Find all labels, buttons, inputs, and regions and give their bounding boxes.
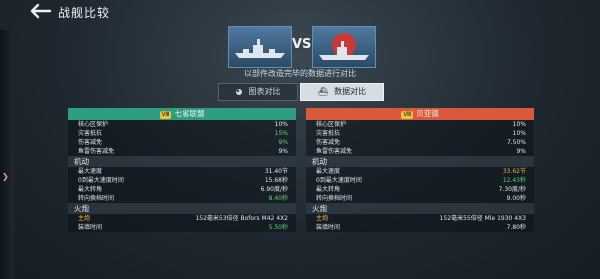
- warship-icon: [319, 33, 369, 60]
- stat-row: 灾害抵抗 10%: [316, 130, 526, 137]
- section-maneuver: 机动: [68, 156, 296, 167]
- right-ship-panel: Ⅷ 贝亚德 核心区保护 10% 灾害抵抗 10% 伤害减免 7.50% 鱼雷伤害减免 9%…: [306, 108, 534, 274]
- stat-row: 主炮 152毫米55倍径 Mle 1930 4X3: [316, 215, 526, 222]
- stat-row: 最大速度 31.40节: [78, 168, 288, 175]
- right-ship-header: Ⅷ 贝亚德: [306, 108, 534, 120]
- section-maneuver: 机动: [306, 156, 534, 167]
- left-ship-panel: Ⅷ 七省联盟 核心区保护 10% 灾害抵抗 15% 伤害减免 9% 鱼雷伤害减免 9% 机…: [68, 108, 296, 274]
- vs-label: VS: [292, 37, 312, 52]
- stat-row: 鱼雷伤害减免 9%: [78, 148, 288, 155]
- warship-icon: [235, 39, 285, 58]
- stat-row: 核心区保护 10%: [78, 121, 288, 128]
- stat-row: 转向换档时间 8.40秒: [78, 195, 288, 202]
- ship-image-left: [228, 26, 292, 68]
- section-firepower: 火炮: [306, 203, 534, 214]
- page-title: 战舰比较: [58, 6, 111, 20]
- tab-data-compare[interactable]: ⛴ 数据对比: [300, 83, 384, 101]
- tier-badge: Ⅷ: [159, 111, 172, 119]
- ship-image-right: [312, 26, 376, 68]
- ship-name: 七省联盟: [174, 109, 205, 118]
- stat-row: 鱼雷伤害减免 9%: [316, 148, 526, 155]
- pie-chart-icon: ◕: [235, 87, 243, 96]
- section-firepower: 火炮: [68, 203, 296, 214]
- ship-icon: ⛴: [317, 87, 329, 96]
- stat-row: 转向换档时间 9.00秒: [316, 195, 526, 202]
- stat-row: 伤害减免 9%: [78, 139, 288, 146]
- stat-row: 灾害抵抗 15%: [78, 130, 288, 137]
- stat-row: 核心区保护 10%: [316, 121, 526, 128]
- stat-row: 最大速度 33.62节: [316, 168, 526, 175]
- stat-row: 最大转角 7.30度/秒: [316, 186, 526, 193]
- chevron-right-icon[interactable]: ❯: [2, 172, 9, 181]
- back-arrow-icon[interactable]: [30, 3, 52, 19]
- stat-row: 最大转角 6.90度/秒: [78, 186, 288, 193]
- tier-badge: Ⅷ: [401, 111, 414, 119]
- ship-name: 贝亚德: [416, 109, 439, 118]
- left-ship-header: Ⅷ 七省联盟: [68, 108, 296, 120]
- stat-row: 主炮 152毫米53倍径 Bofors M42 4X2: [78, 215, 288, 222]
- top-bar: 战舰比较: [0, 0, 600, 24]
- comparison-note: 以部件改造完毕的数据进行对比: [244, 69, 356, 78]
- stat-row: 伤害减免 7.50%: [316, 139, 526, 146]
- stat-row: 装填时间 5.50秒: [78, 224, 288, 231]
- stat-row: 0到最大速度时间 15.68秒: [78, 177, 288, 184]
- tab-chart-compare[interactable]: ◕ 图表对比: [218, 83, 298, 101]
- stat-row: 装填时间 7.80秒: [316, 224, 526, 231]
- stat-row: 0到最大速度时间 12.43秒: [316, 177, 526, 184]
